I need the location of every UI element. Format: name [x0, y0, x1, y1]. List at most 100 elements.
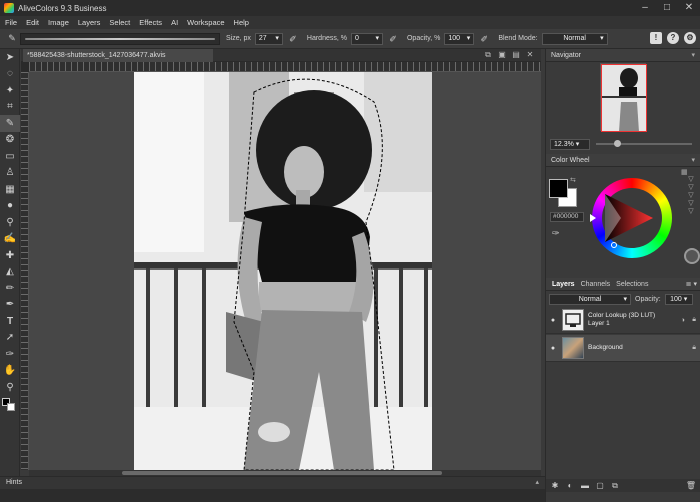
tab-layers[interactable]: Layers [552, 281, 575, 288]
visibility-eye-icon[interactable]: ● [546, 345, 560, 352]
size-field[interactable]: 27 ▾ [254, 32, 283, 45]
path-select-icon[interactable]: ➚ [0, 330, 20, 347]
feedback-icon[interactable]: ! [650, 32, 662, 44]
triangle-down-icon[interactable]: ▽ [686, 192, 696, 200]
menu-edit[interactable]: Edit [26, 18, 39, 27]
new-group-icon[interactable]: ▬ [579, 481, 591, 490]
saturation-triangle[interactable] [601, 190, 657, 246]
color-picker-marker[interactable] [611, 242, 617, 248]
menu-select[interactable]: Select [109, 18, 130, 27]
eyedropper-icon[interactable]: ✑ [552, 228, 560, 239]
menu-file[interactable]: File [5, 18, 17, 27]
maximize-button[interactable]: □ [656, 0, 678, 16]
document-tab[interactable]: *588425438-shutterstock_1427036477.akvis [23, 49, 213, 62]
menu-help[interactable]: Help [234, 18, 249, 27]
trash-icon[interactable]: 🗑︎ [685, 481, 697, 490]
triangle-down-icon[interactable]: ▽ [686, 184, 696, 192]
shape-tool-icon[interactable]: ◭ [0, 264, 20, 281]
zoom-slider-knob[interactable] [614, 140, 621, 147]
grid-icon[interactable]: ▦ [681, 168, 688, 176]
layer-opacity-field[interactable]: 100 ▾ [664, 293, 693, 305]
triangle-down-icon[interactable]: ▽ [686, 176, 696, 184]
blur-tool-icon[interactable]: ● [0, 198, 20, 215]
minimize-button[interactable]: – [634, 0, 656, 16]
pressure-icon[interactable]: ✐ [388, 34, 398, 44]
tab-channels[interactable]: Channels [581, 281, 611, 288]
navigator-header[interactable]: Navigator ▾ [546, 49, 700, 62]
magic-wand-icon[interactable]: ✦ [0, 82, 20, 99]
selection-tool-icon[interactable]: ◌ [0, 66, 20, 83]
gear-icon[interactable]: ⚙ [684, 32, 696, 44]
swap-colors-icon[interactable]: ⇆ [570, 176, 576, 184]
layer-row[interactable]: ● Background 🔒︎ [546, 335, 700, 362]
background-color-mini[interactable] [7, 402, 15, 411]
brush-preset-picker[interactable] [20, 32, 220, 45]
pressure-icon[interactable]: ✐ [479, 34, 489, 44]
blend-mode-label: Blend Mode: [498, 35, 538, 42]
tile-icon[interactable]: ▣ [497, 50, 507, 60]
crop-tool-icon[interactable]: ⌗ [0, 99, 20, 116]
close-document-icon[interactable]: ✕ [525, 50, 535, 60]
tab-selections[interactable]: Selections [616, 281, 648, 288]
dodge-tool-icon[interactable]: ⚲ [0, 214, 20, 231]
eraser-tool-icon[interactable]: ▭ [0, 148, 20, 165]
hints-panel[interactable]: Hints ▴ [0, 476, 545, 489]
pen-tool-icon[interactable]: ✒ [0, 297, 20, 314]
duplicate-icon[interactable]: ⧉ [609, 481, 621, 491]
ruler-corner [21, 62, 29, 72]
pressure-icon[interactable]: ✐ [288, 34, 298, 44]
pencil-tool-icon[interactable]: ✏ [0, 280, 20, 297]
navigator-title: Navigator [551, 52, 581, 59]
mask-icon[interactable]: ◐ [564, 481, 576, 490]
smudge-tool-icon[interactable]: ✍ [0, 231, 20, 248]
foreground-color-swatch[interactable] [549, 179, 568, 198]
clone-stamp-icon[interactable]: ❂ [0, 132, 20, 149]
text-tool-icon[interactable]: T [0, 313, 20, 330]
layout-icon[interactable]: ▤ [511, 50, 521, 60]
menu-workspace[interactable]: Workspace [187, 18, 224, 27]
opacity-field[interactable]: 100 ▾ [444, 32, 475, 45]
new-adjustment-icon[interactable]: ✱ [549, 481, 561, 490]
menu-layers[interactable]: Layers [78, 18, 101, 27]
hex-color-field[interactable]: #000000 [550, 212, 584, 222]
blend-mode-select[interactable]: Normal ▾ [541, 32, 608, 45]
layer-thumbnail [562, 309, 584, 331]
navigator-thumbnail[interactable] [600, 63, 647, 132]
hue-marker-icon[interactable] [590, 214, 596, 222]
scrollbar-thumb[interactable] [122, 471, 442, 475]
hardness-field[interactable]: 0 ▾ [350, 32, 383, 45]
menu-image[interactable]: Image [48, 18, 69, 27]
photo-image[interactable] [134, 72, 432, 470]
move-tool-icon[interactable]: ➤ [0, 49, 20, 66]
menu-ai[interactable]: AI [171, 18, 178, 27]
fill-tool-icon[interactable]: ▦ [0, 181, 20, 198]
triangle-down-icon[interactable]: ▽ [686, 200, 696, 208]
zoom-slider[interactable] [596, 140, 692, 147]
close-button[interactable]: ✕ [678, 0, 700, 16]
chevron-down-icon[interactable]: ▾ [691, 49, 695, 62]
visibility-eye-icon[interactable]: ● [546, 317, 560, 324]
canvas-area[interactable] [29, 72, 541, 470]
new-window-icon[interactable]: ⧉ [483, 50, 493, 60]
lock-icon[interactable]: 🔒︎ [692, 344, 696, 352]
stamp-tool-icon[interactable]: ♙ [0, 165, 20, 182]
help-icon[interactable]: ? [667, 32, 679, 44]
menu-effects[interactable]: Effects [139, 18, 162, 27]
layers-menu-icon[interactable]: ≣ ▾ [686, 280, 697, 288]
eyedropper-icon[interactable]: ✑ [0, 346, 20, 363]
lock-icon[interactable]: 🔒︎ [692, 316, 696, 324]
brush-tool-icon[interactable]: ✎ [0, 115, 20, 132]
hand-tool-icon[interactable]: ✋ [0, 363, 20, 380]
chevron-up-icon[interactable]: ▴ [535, 477, 539, 489]
color-swatches-mini[interactable] [0, 396, 20, 413]
new-layer-icon[interactable]: ▢ [594, 481, 606, 490]
triangle-down-icon[interactable]: ▽ [686, 208, 696, 216]
document-tab-bar: *588425438-shutterstock_1427036477.akvis… [21, 49, 541, 62]
layer-blend-select[interactable]: Normal ▾ [549, 293, 631, 305]
zoom-tool-icon[interactable]: ⚲ [0, 379, 20, 396]
zoom-field[interactable]: 12.3% ▾ [550, 138, 590, 150]
layer-row[interactable]: ● Color Lookup (3D LUT) Layer 1 ◑ 🔒︎ [546, 307, 700, 334]
color-mode-circle[interactable] [684, 248, 700, 264]
healing-tool-icon[interactable]: ✚ [0, 247, 20, 264]
adjustment-icon[interactable]: ◑ [681, 317, 685, 324]
